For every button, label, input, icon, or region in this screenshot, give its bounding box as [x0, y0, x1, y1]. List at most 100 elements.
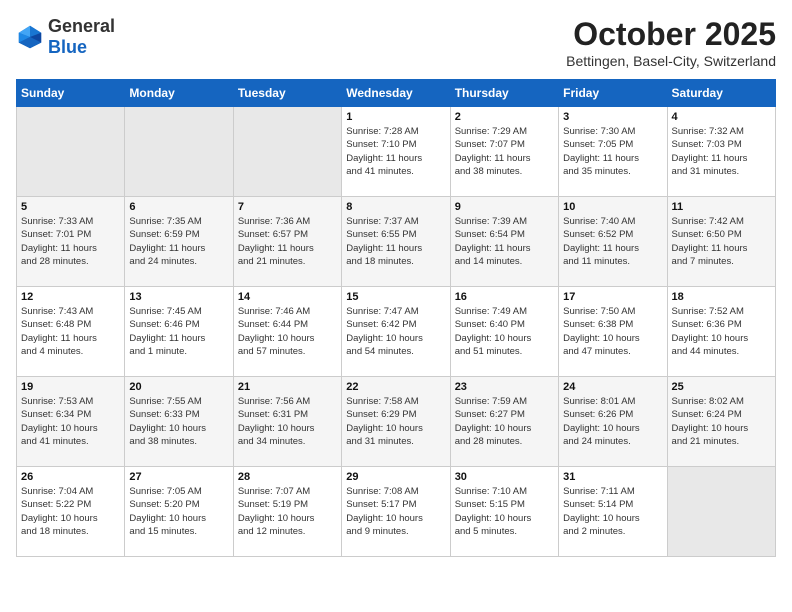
day-number: 31: [563, 471, 662, 483]
day-info: Sunrise: 7:49 AM Sunset: 6:40 PM Dayligh…: [455, 305, 554, 358]
month-title: October 2025: [566, 16, 776, 53]
day-info: Sunrise: 7:46 AM Sunset: 6:44 PM Dayligh…: [238, 305, 337, 358]
day-number: 30: [455, 471, 554, 483]
day-number: 1: [346, 111, 445, 123]
day-info: Sunrise: 7:59 AM Sunset: 6:27 PM Dayligh…: [455, 395, 554, 448]
location-title: Bettingen, Basel-City, Switzerland: [566, 53, 776, 69]
day-info: Sunrise: 7:07 AM Sunset: 5:19 PM Dayligh…: [238, 485, 337, 538]
calendar-cell: 22 Sunrise: 7:58 AM Sunset: 6:29 PM Dayli…: [342, 377, 450, 467]
calendar-cell: 6Sunrise: 7:35 AM Sunset: 6:59 PM Daylig…: [125, 197, 233, 287]
day-number: 13: [129, 291, 228, 303]
calendar-week-row: 5 Sunrise: 7:33 AM Sunset: 7:01 PM Daylig…: [17, 197, 776, 287]
calendar-cell: 14Sunrise: 7:46 AM Sunset: 6:44 PM Dayli…: [233, 287, 341, 377]
day-number: 18: [672, 291, 771, 303]
day-info: Sunrise: 7:36 AM Sunset: 6:57 PM Dayligh…: [238, 215, 337, 268]
calendar-week-row: 1 Sunrise: 7:28 AM Sunset: 7:10 PM Daylig…: [17, 107, 776, 197]
day-number: 16: [455, 291, 554, 303]
weekday-header-friday: Friday: [559, 80, 667, 107]
day-number: 22: [346, 381, 445, 393]
day-number: 11: [672, 201, 771, 213]
weekday-header-tuesday: Tuesday: [233, 80, 341, 107]
day-info: Sunrise: 8:01 AM Sunset: 6:26 PM Dayligh…: [563, 395, 662, 448]
weekday-header-wednesday: Wednesday: [342, 80, 450, 107]
day-info: Sunrise: 7:28 AM Sunset: 7:10 PM Dayligh…: [346, 125, 445, 178]
day-number: 10: [563, 201, 662, 213]
day-info: Sunrise: 7:35 AM Sunset: 6:59 PM Dayligh…: [129, 215, 228, 268]
logo-blue: Blue: [48, 37, 87, 57]
day-info: Sunrise: 7:29 AM Sunset: 7:07 PM Dayligh…: [455, 125, 554, 178]
calendar-cell: 12 Sunrise: 7:43 AM Sunset: 6:48 PM Dayli…: [17, 287, 125, 377]
day-info: Sunrise: 7:10 AM Sunset: 5:15 PM Dayligh…: [455, 485, 554, 538]
day-info: Sunrise: 8:02 AM Sunset: 6:24 PM Dayligh…: [672, 395, 771, 448]
weekday-header-sunday: Sunday: [17, 80, 125, 107]
day-number: 5: [21, 201, 120, 213]
calendar-cell: 9 Sunrise: 7:39 AM Sunset: 6:54 PM Daylig…: [450, 197, 558, 287]
calendar-cell: [667, 467, 775, 557]
calendar-cell: 3 Sunrise: 7:30 AM Sunset: 7:05 PM Daylig…: [559, 107, 667, 197]
day-info: Sunrise: 7:47 AM Sunset: 6:42 PM Dayligh…: [346, 305, 445, 358]
day-number: 20: [129, 381, 228, 393]
weekday-header-row: SundayMondayTuesdayWednesdayThursdayFrid…: [17, 80, 776, 107]
calendar-cell: 7Sunrise: 7:36 AM Sunset: 6:57 PM Daylig…: [233, 197, 341, 287]
calendar-cell: 31Sunrise: 7:11 AM Sunset: 5:14 PM Dayli…: [559, 467, 667, 557]
day-number: 3: [563, 111, 662, 123]
day-info: Sunrise: 7:58 AM Sunset: 6:29 PM Dayligh…: [346, 395, 445, 448]
calendar-body: 1 Sunrise: 7:28 AM Sunset: 7:10 PM Daylig…: [17, 107, 776, 557]
day-number: 15: [346, 291, 445, 303]
day-info: Sunrise: 7:33 AM Sunset: 7:01 PM Dayligh…: [21, 215, 120, 268]
day-info: Sunrise: 7:08 AM Sunset: 5:17 PM Dayligh…: [346, 485, 445, 538]
calendar-week-row: 12 Sunrise: 7:43 AM Sunset: 6:48 PM Dayli…: [17, 287, 776, 377]
day-number: 26: [21, 471, 120, 483]
calendar-cell: 28 Sunrise: 7:07 AM Sunset: 5:19 PM Dayli…: [233, 467, 341, 557]
day-number: 8: [346, 201, 445, 213]
day-number: 28: [238, 471, 337, 483]
day-info: Sunrise: 7:05 AM Sunset: 5:20 PM Dayligh…: [129, 485, 228, 538]
day-number: 25: [672, 381, 771, 393]
calendar-cell: 8 Sunrise: 7:37 AM Sunset: 6:55 PM Daylig…: [342, 197, 450, 287]
calendar-cell: 16 Sunrise: 7:49 AM Sunset: 6:40 PM Dayli…: [450, 287, 558, 377]
calendar-cell: 1 Sunrise: 7:28 AM Sunset: 7:10 PM Daylig…: [342, 107, 450, 197]
title-block: October 2025 Bettingen, Basel-City, Swit…: [566, 16, 776, 69]
weekday-header-monday: Monday: [125, 80, 233, 107]
calendar-cell: 29 Sunrise: 7:08 AM Sunset: 5:17 PM Dayli…: [342, 467, 450, 557]
calendar-week-row: 26 Sunrise: 7:04 AM Sunset: 5:22 PM Dayli…: [17, 467, 776, 557]
calendar-cell: 13 Sunrise: 7:45 AM Sunset: 6:46 PM Dayli…: [125, 287, 233, 377]
day-number: 4: [672, 111, 771, 123]
calendar-cell: 30 Sunrise: 7:10 AM Sunset: 5:15 PM Dayli…: [450, 467, 558, 557]
day-info: Sunrise: 7:55 AM Sunset: 6:33 PM Dayligh…: [129, 395, 228, 448]
day-info: Sunrise: 7:56 AM Sunset: 6:31 PM Dayligh…: [238, 395, 337, 448]
logo: General Blue: [16, 16, 115, 58]
calendar-cell: 11Sunrise: 7:42 AM Sunset: 6:50 PM Dayli…: [667, 197, 775, 287]
page-header: General Blue October 2025 Bettingen, Bas…: [16, 16, 776, 69]
day-info: Sunrise: 7:53 AM Sunset: 6:34 PM Dayligh…: [21, 395, 120, 448]
day-info: Sunrise: 7:37 AM Sunset: 6:55 PM Dayligh…: [346, 215, 445, 268]
day-info: Sunrise: 7:43 AM Sunset: 6:48 PM Dayligh…: [21, 305, 120, 358]
day-info: Sunrise: 7:39 AM Sunset: 6:54 PM Dayligh…: [455, 215, 554, 268]
day-info: Sunrise: 7:30 AM Sunset: 7:05 PM Dayligh…: [563, 125, 662, 178]
day-number: 9: [455, 201, 554, 213]
day-number: 23: [455, 381, 554, 393]
day-number: 12: [21, 291, 120, 303]
calendar-cell: 27 Sunrise: 7:05 AM Sunset: 5:20 PM Dayli…: [125, 467, 233, 557]
calendar-cell: 25 Sunrise: 8:02 AM Sunset: 6:24 PM Dayli…: [667, 377, 775, 467]
logo-text: General Blue: [48, 16, 115, 58]
calendar-cell: 23 Sunrise: 7:59 AM Sunset: 6:27 PM Dayli…: [450, 377, 558, 467]
calendar-cell: 2 Sunrise: 7:29 AM Sunset: 7:07 PM Daylig…: [450, 107, 558, 197]
day-info: Sunrise: 7:45 AM Sunset: 6:46 PM Dayligh…: [129, 305, 228, 358]
calendar-cell: 4Sunrise: 7:32 AM Sunset: 7:03 PM Daylig…: [667, 107, 775, 197]
day-info: Sunrise: 7:50 AM Sunset: 6:38 PM Dayligh…: [563, 305, 662, 358]
calendar-cell: 19Sunrise: 7:53 AM Sunset: 6:34 PM Dayli…: [17, 377, 125, 467]
calendar-cell: 18Sunrise: 7:52 AM Sunset: 6:36 PM Dayli…: [667, 287, 775, 377]
calendar-cell: 17 Sunrise: 7:50 AM Sunset: 6:38 PM Dayli…: [559, 287, 667, 377]
day-number: 2: [455, 111, 554, 123]
weekday-header-saturday: Saturday: [667, 80, 775, 107]
calendar-cell: 10Sunrise: 7:40 AM Sunset: 6:52 PM Dayli…: [559, 197, 667, 287]
day-number: 29: [346, 471, 445, 483]
calendar-week-row: 19Sunrise: 7:53 AM Sunset: 6:34 PM Dayli…: [17, 377, 776, 467]
calendar-cell: 26 Sunrise: 7:04 AM Sunset: 5:22 PM Dayli…: [17, 467, 125, 557]
calendar-cell: [125, 107, 233, 197]
day-number: 27: [129, 471, 228, 483]
day-number: 17: [563, 291, 662, 303]
day-info: Sunrise: 7:04 AM Sunset: 5:22 PM Dayligh…: [21, 485, 120, 538]
calendar-cell: 20 Sunrise: 7:55 AM Sunset: 6:33 PM Dayli…: [125, 377, 233, 467]
